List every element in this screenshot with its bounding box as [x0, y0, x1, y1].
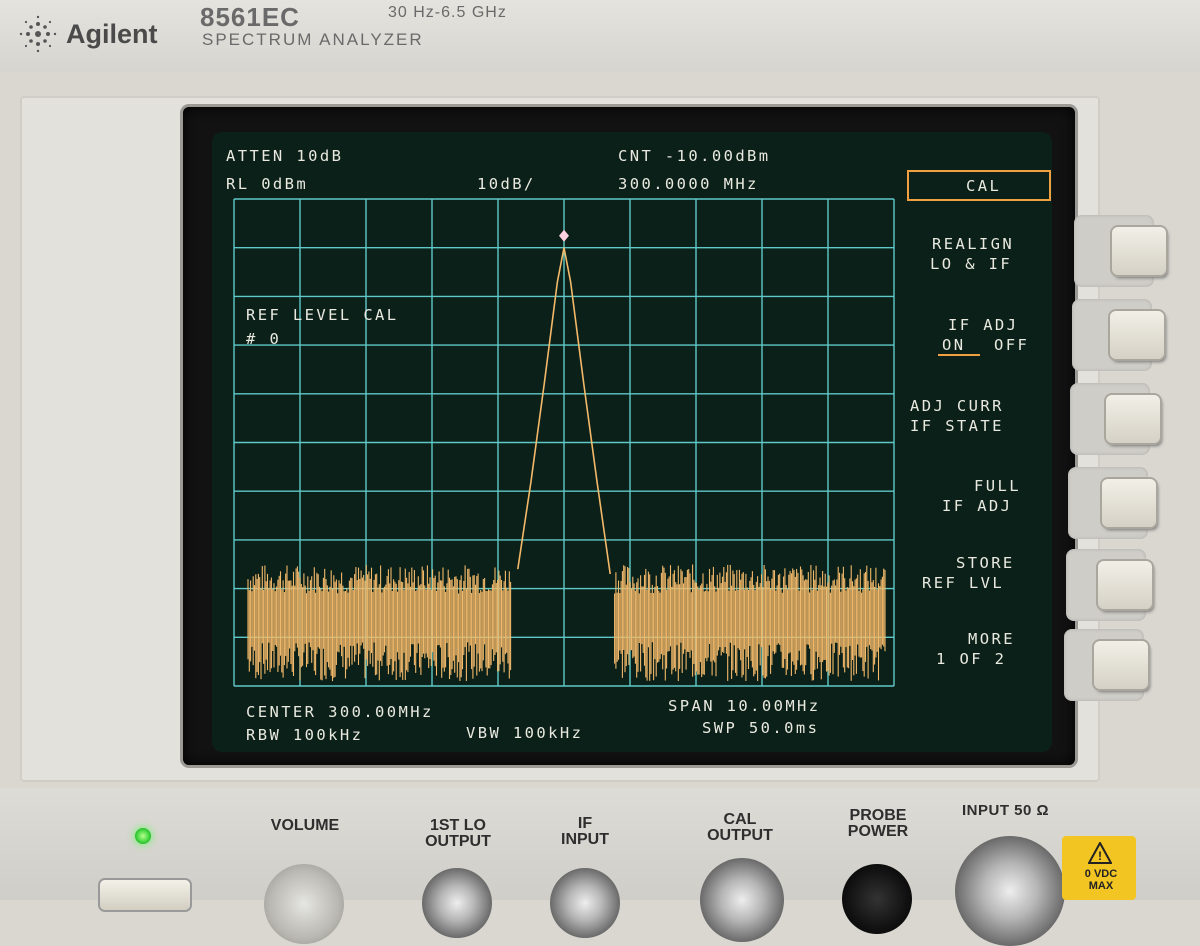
if-input-connector-icon[interactable]: [550, 868, 620, 938]
peak-marker-icon: [559, 229, 569, 242]
svg-text:!: !: [1098, 849, 1102, 863]
menu-title: CAL: [966, 177, 1001, 195]
softkey-3-line2: IF STATE: [910, 417, 1004, 435]
power-led-icon: [135, 828, 151, 844]
display-graph: ATTEN 10dB RL 0dBm 10dB/ CNT -10.00dBm 3…: [226, 147, 1051, 744]
rbw-readout: RBW 100kHz: [246, 726, 363, 744]
lo-output-connector-icon[interactable]: [422, 868, 492, 938]
warning-triangle-icon: !: [1088, 842, 1112, 864]
volume-knob[interactable]: [264, 864, 344, 944]
counter-freq-readout: 300.0000 MHz: [618, 175, 759, 193]
cal-output-label: CAL OUTPUT: [707, 811, 773, 844]
brand: Agilent: [18, 14, 158, 54]
message-ref-level-cal: REF LEVEL CAL: [246, 306, 399, 324]
noise-floor: [247, 564, 886, 682]
warning-text: 0 VDC MAX: [1084, 868, 1118, 892]
softkey-4-line2: IF ADJ: [942, 497, 1012, 515]
cal-output-connector-icon[interactable]: [700, 858, 784, 942]
softkey-1-line1: REALIGN: [932, 235, 1014, 253]
softkey-5-button[interactable]: [1098, 561, 1152, 609]
instrument-type: SPECTRUM ANALYZER: [202, 30, 424, 49]
agilent-spark-logo-icon: [19, 15, 57, 53]
ref-level-readout: RL 0dBm: [226, 175, 308, 193]
softkey-1-button[interactable]: [1112, 227, 1166, 275]
crt-display: ATTEN 10dB RL 0dBm 10dB/ CNT -10.00dBm 3…: [212, 132, 1052, 752]
message-count: # 0: [246, 330, 281, 348]
span-readout: SPAN 10.00MHz: [668, 697, 821, 715]
center-freq-readout: CENTER 300.00MHz: [246, 703, 434, 721]
probe-power-connector-icon[interactable]: [842, 864, 912, 934]
scale-readout: 10dB/: [477, 175, 536, 193]
softkey-4-line1: FULL: [974, 477, 1021, 495]
softkey-6-line1: MORE: [968, 630, 1015, 648]
softkey-4-button[interactable]: [1102, 479, 1156, 527]
softkey-6-button[interactable]: [1094, 641, 1148, 689]
softkey-1-line2: LO & IF: [930, 255, 1012, 273]
softkey-2-on: ON: [942, 336, 965, 354]
vbw-readout: VBW 100kHz: [466, 724, 583, 742]
softkey-2-off: OFF: [994, 336, 1029, 354]
rf-input-connector-icon[interactable]: [955, 836, 1065, 946]
volume-label: VOLUME: [270, 817, 340, 834]
softkey-2-line1: IF ADJ: [948, 316, 1018, 334]
counter-level-readout: CNT -10.00dBm: [618, 147, 771, 165]
softkey-3-line1: ADJ CURR: [910, 397, 1004, 415]
softkey-column: [1064, 215, 1178, 701]
model-number: 8561EC: [200, 2, 300, 32]
frequency-range: 30 Hz-6.5 GHz: [388, 4, 507, 21]
if-input-label: IF INPUT: [561, 815, 609, 848]
line-button[interactable]: [100, 880, 190, 910]
input-label: INPUT 50 Ω: [962, 802, 1050, 819]
softkey-3-button[interactable]: [1106, 395, 1160, 443]
softkey-6-line2: 1 OF 2: [936, 650, 1006, 668]
probe-power-label: PROBE POWER: [847, 807, 909, 840]
brand-name: Agilent: [66, 18, 158, 49]
softkey-5-line1: STORE: [956, 554, 1015, 572]
sweep-readout: SWP 50.0ms: [702, 719, 819, 737]
softkey-2-button[interactable]: [1110, 311, 1164, 359]
lo-output-label: 1ST LO OUTPUT: [425, 817, 491, 850]
atten-readout: ATTEN 10dB: [226, 147, 343, 165]
softkey-5-line2: REF LVL: [922, 574, 1004, 592]
instrument-header: Agilent 8561EC 30 Hz-6.5 GHz SPECTRUM AN…: [0, 0, 1200, 72]
